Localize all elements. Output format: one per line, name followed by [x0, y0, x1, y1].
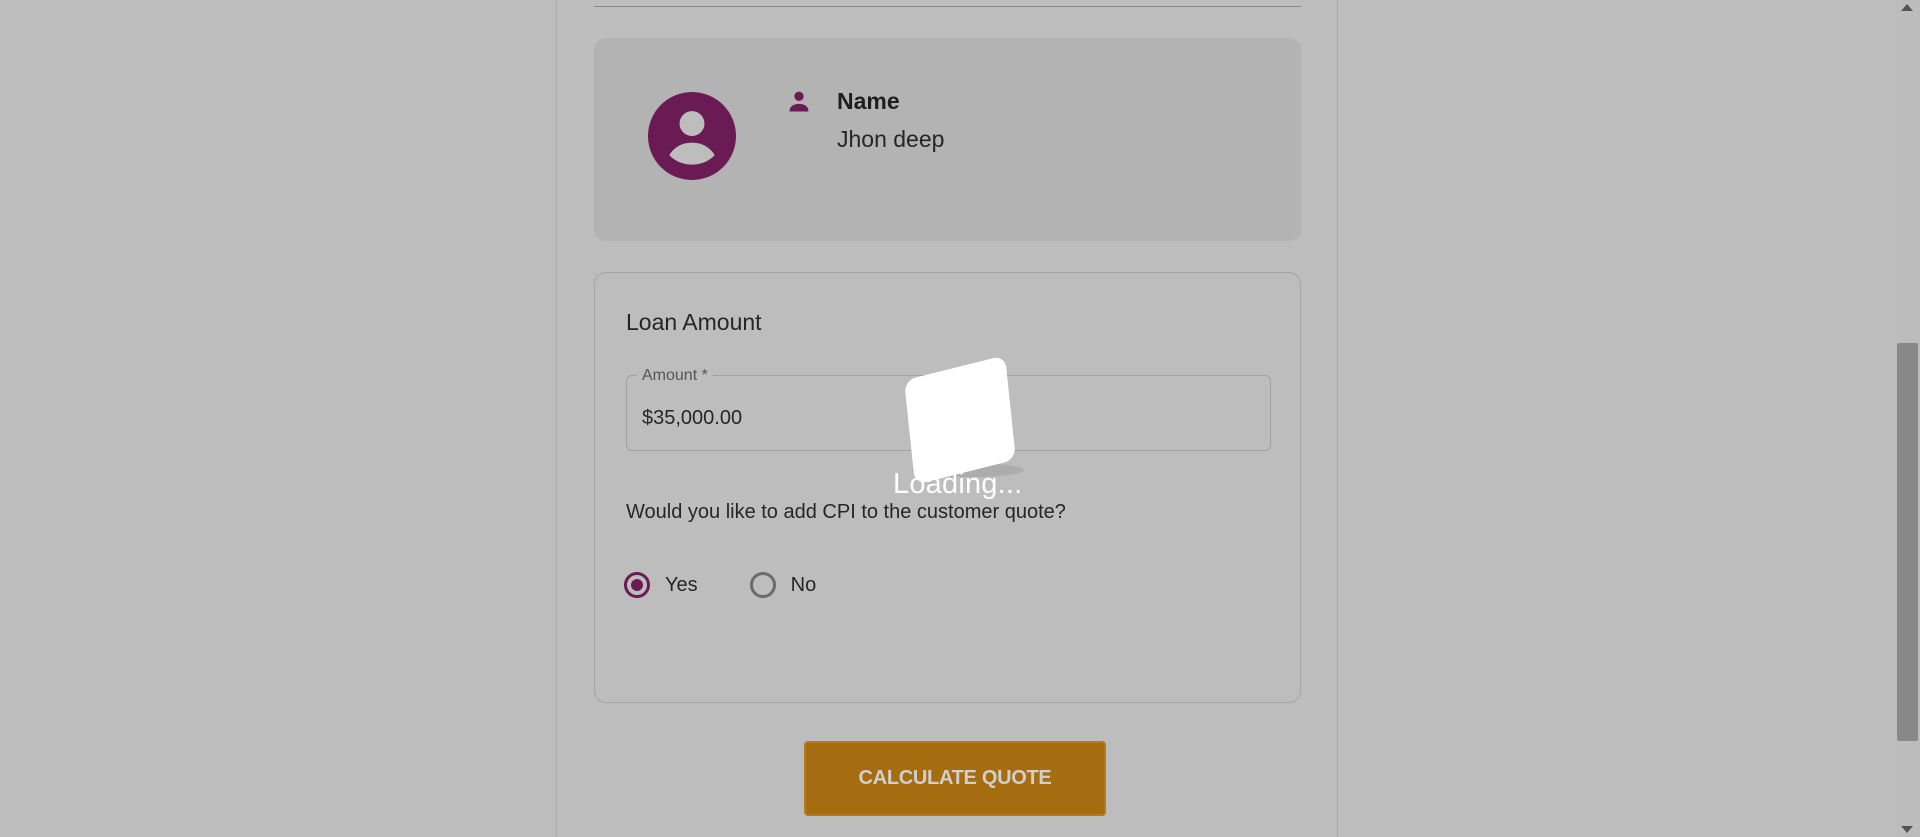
radio-no-label[interactable]: No: [791, 574, 817, 597]
account-circle-icon: [648, 92, 736, 180]
amount-field-label: Amount *: [637, 367, 713, 385]
calculate-quote-button[interactable]: CALCULATE QUOTE: [804, 741, 1106, 816]
cpi-question: Would you like to add CPI to the custome…: [626, 501, 1066, 523]
customer-profile-card: Name Jhon deep: [594, 38, 1301, 241]
name-label: Name: [837, 88, 900, 114]
scrollbar-thumb[interactable]: [1897, 343, 1918, 741]
customer-name: Jhon deep: [837, 126, 945, 152]
radio-yes-label[interactable]: Yes: [665, 574, 698, 597]
radio-unchecked-icon[interactable]: [749, 572, 776, 598]
amount-input-value[interactable]: $35,000.00: [642, 407, 742, 430]
person-icon: [789, 91, 809, 112]
loan-amount-title: Loan Amount: [626, 309, 762, 335]
cpi-radio-group: Yes No: [624, 569, 868, 601]
loading-text: Loading...: [893, 468, 1023, 500]
vertical-scrollbar[interactable]: [1895, 0, 1920, 837]
scroll-down-arrow-icon[interactable]: [1901, 826, 1913, 833]
page-background: Name Jhon deep Loan Amount Amount * $35,…: [0, 0, 1895, 837]
section-divider: [594, 6, 1301, 7]
cpi-radio-no[interactable]: No: [749, 572, 817, 598]
cpi-radio-yes[interactable]: Yes: [624, 572, 698, 598]
radio-checked-icon[interactable]: [624, 572, 650, 598]
scroll-up-arrow-icon[interactable]: [1901, 4, 1913, 11]
